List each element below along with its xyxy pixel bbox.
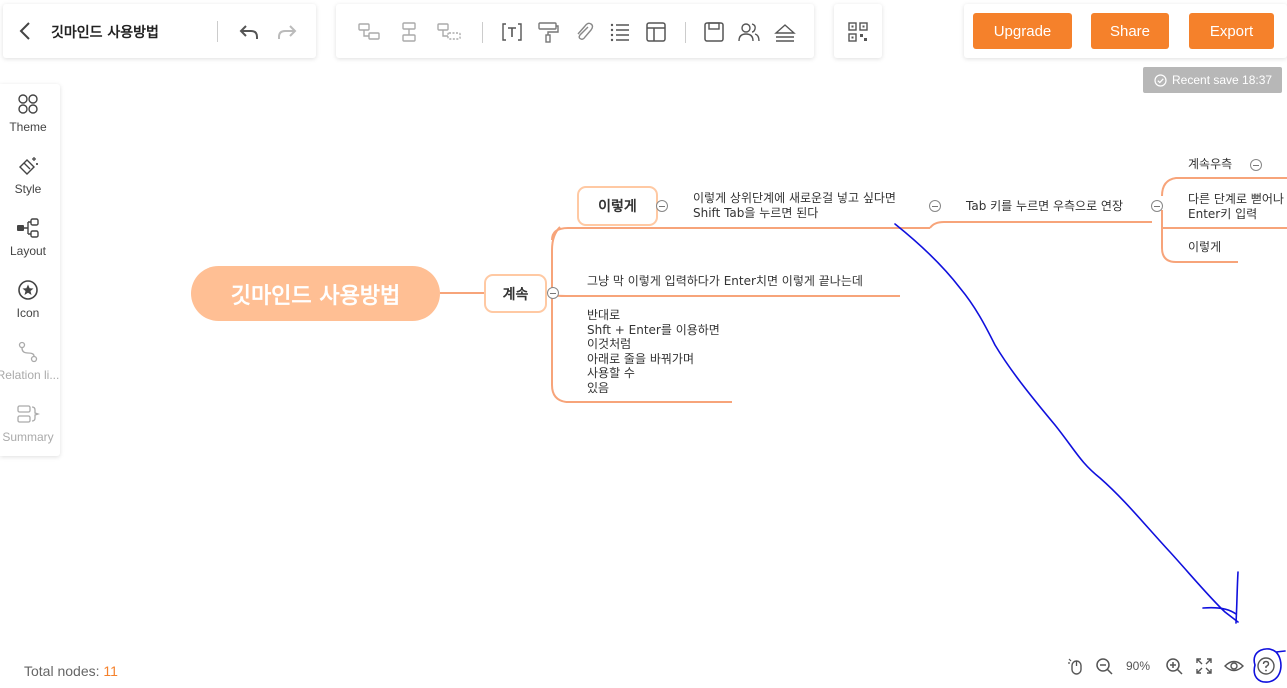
multiline-note-line: Shft + Enter를 이용하면: [587, 322, 720, 337]
sidebar-item-relation-line[interactable]: Relation li...: [0, 332, 60, 394]
branch-line-this-way: [551, 227, 930, 241]
collapse-toggle[interactable]: [547, 287, 559, 299]
list-icon[interactable]: [607, 19, 633, 45]
style-icon: [19, 157, 38, 175]
recent-save-badge: Recent save 18:37: [1143, 67, 1282, 93]
hand-drawn-annotation: [894, 223, 1286, 683]
left-sidebar: Theme Style Layout Icon Relation li... S…: [0, 84, 60, 456]
sidebar-item-label: Relation li...: [0, 368, 60, 382]
text-icon[interactable]: [499, 19, 525, 45]
branch-line-enter: [552, 294, 900, 297]
multiline-note-line: 있음: [587, 380, 610, 395]
preview-eye-icon[interactable]: [1224, 656, 1244, 676]
help-icon[interactable]: [1256, 656, 1276, 676]
continue-branch-trunk: [551, 226, 567, 403]
attachment-icon[interactable]: [571, 19, 597, 45]
save-icon[interactable]: [701, 19, 727, 45]
zoom-out-icon[interactable]: [1094, 656, 1114, 676]
multiline-note-line: 이것처럼: [587, 337, 632, 351]
divider: [685, 22, 686, 43]
collapse-toggle[interactable]: [1250, 159, 1262, 171]
zoom-in-icon[interactable]: [1164, 656, 1184, 676]
subtopic-upper-note[interactable]: 이렇게 상위단계에 새로운걸 넣고 싶다면 Shift Tab을 누르면 된다: [693, 191, 896, 220]
sidebar-item-label: Layout: [9, 244, 47, 258]
eject-icon[interactable]: [772, 19, 798, 45]
sidebar-item-summary[interactable]: Summary: [0, 394, 60, 456]
collaborators-icon[interactable]: [736, 19, 762, 45]
collapse-toggle[interactable]: [929, 200, 941, 212]
zoom-level: 90%: [1126, 659, 1151, 673]
topic-node-this-way[interactable]: 이렇게: [577, 186, 658, 226]
undo-icon[interactable]: [237, 20, 261, 44]
recent-save-text: Recent save 18:37: [1172, 73, 1273, 87]
subtopic-other-branch[interactable]: 다른 단계로 뻗어나 Enter키 입력: [1188, 192, 1284, 221]
subtopic-enter-note[interactable]: 그냥 막 이렇게 입력하다가 Enter치면 이렇게 끝나는데: [587, 274, 863, 289]
sidebar-item-label: Icon: [16, 306, 40, 320]
mouse-mode-icon[interactable]: [1066, 656, 1086, 676]
subtopic-upper-note-line2: Shift Tab을 누르면 된다: [693, 205, 819, 220]
subtopic-this-way-leaf[interactable]: 이렇게: [1188, 240, 1221, 255]
divider: [217, 21, 218, 42]
divider: [482, 22, 483, 43]
total-nodes-counter: Total nodes: 11: [24, 663, 118, 679]
theme-icon: [18, 94, 38, 114]
document-title[interactable]: 깃마인드 사용방법: [51, 22, 159, 42]
qr-code-panel: [834, 4, 882, 58]
sidebar-item-style[interactable]: Style: [0, 146, 60, 208]
export-button[interactable]: Export: [1189, 13, 1274, 49]
share-button[interactable]: Share: [1091, 13, 1169, 49]
multiline-note-line: 사용할 수: [587, 366, 635, 380]
back-icon[interactable]: [15, 20, 37, 42]
total-nodes-count: 11: [103, 663, 118, 679]
sidebar-item-label: Summary: [2, 430, 54, 444]
root-topic-node[interactable]: 깃마인드 사용방법: [191, 266, 440, 321]
collapse-toggle[interactable]: [656, 200, 668, 212]
subtopic-other-branch-line1: 다른 단계로 뻗어나: [1188, 192, 1284, 206]
multiline-note-line: 반대로: [587, 308, 621, 322]
upgrade-button[interactable]: Upgrade: [973, 13, 1072, 49]
total-nodes-label: Total nodes:: [24, 663, 100, 679]
star-icon: [18, 280, 38, 300]
check-circle-icon: [1154, 73, 1167, 87]
subtopic-tab-note[interactable]: Tab 키를 누르면 우측으로 연장: [966, 199, 1123, 214]
subtopic-upper-note-line1: 이렇게 상위단계에 새로운걸 넣고 싶다면: [693, 191, 896, 205]
document-header-panel: 깃마인드 사용방법: [3, 4, 316, 58]
qr-code-icon[interactable]: [845, 19, 871, 45]
subtopic-multiline-note[interactable]: 반대로 Shft + Enter를 이용하면 이것처럼 아래로 줄을 바꿔가며 …: [587, 308, 720, 395]
add-sibling-node-icon[interactable]: [396, 19, 422, 45]
sidebar-item-icon[interactable]: Icon: [0, 270, 60, 332]
layout-icon[interactable]: [643, 19, 669, 45]
summary-icon: [17, 405, 40, 423]
redo-icon[interactable]: [275, 20, 299, 44]
format-painter-icon[interactable]: [535, 19, 561, 45]
topic-node-continue[interactable]: 계속: [484, 274, 547, 313]
sidebar-item-theme[interactable]: Theme: [0, 84, 60, 146]
branch-line-upper: [929, 221, 1152, 229]
sidebar-item-layout[interactable]: Layout: [0, 208, 60, 270]
relation-line-icon: [18, 341, 38, 363]
add-parent-node-icon[interactable]: [436, 19, 462, 45]
add-child-node-icon[interactable]: [356, 19, 382, 45]
main-toolbar: [336, 4, 814, 58]
layout-tree-icon: [17, 218, 39, 238]
subtopic-other-branch-line2: Enter키 입력: [1188, 206, 1258, 221]
subtopic-right-continue[interactable]: 계속우측: [1188, 157, 1232, 172]
sidebar-item-label: Style: [14, 182, 42, 196]
multiline-note-line: 아래로 줄을 바꿔가며: [587, 351, 694, 366]
fit-screen-icon[interactable]: [1194, 656, 1214, 676]
collapse-toggle[interactable]: [1151, 200, 1163, 212]
sidebar-item-label: Theme: [9, 120, 47, 134]
action-buttons-panel: Upgrade Share Export: [964, 4, 1287, 58]
